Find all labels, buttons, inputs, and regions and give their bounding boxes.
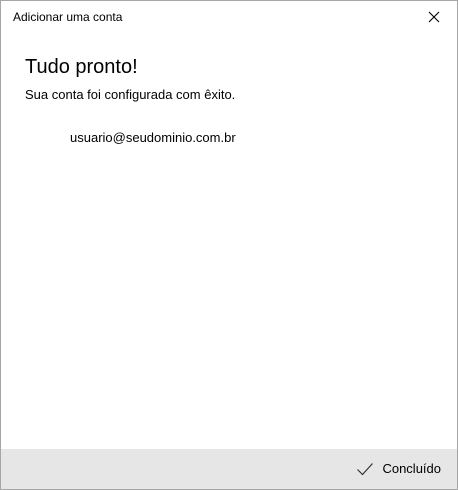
account-avatar bbox=[37, 124, 65, 152]
add-account-dialog: Adicionar uma conta Tudo pronto! Sua con… bbox=[0, 0, 458, 490]
page-heading: Tudo pronto! bbox=[25, 56, 138, 78]
success-message: Sua conta foi configurada com êxito. bbox=[25, 87, 236, 102]
account-email: usuario@seudominio.com.br bbox=[70, 130, 236, 145]
window-title: Adicionar uma conta bbox=[13, 10, 123, 24]
footer-bar: Concluído bbox=[1, 449, 457, 489]
close-button[interactable] bbox=[411, 1, 457, 33]
done-button-label: Concluído bbox=[382, 461, 441, 476]
account-item: usuario@seudominio.com.br bbox=[37, 121, 236, 155]
checkmark-icon bbox=[356, 460, 374, 478]
done-button[interactable]: Concluído bbox=[352, 457, 445, 481]
title-bar: Adicionar uma conta bbox=[1, 1, 457, 33]
close-icon bbox=[428, 11, 440, 23]
